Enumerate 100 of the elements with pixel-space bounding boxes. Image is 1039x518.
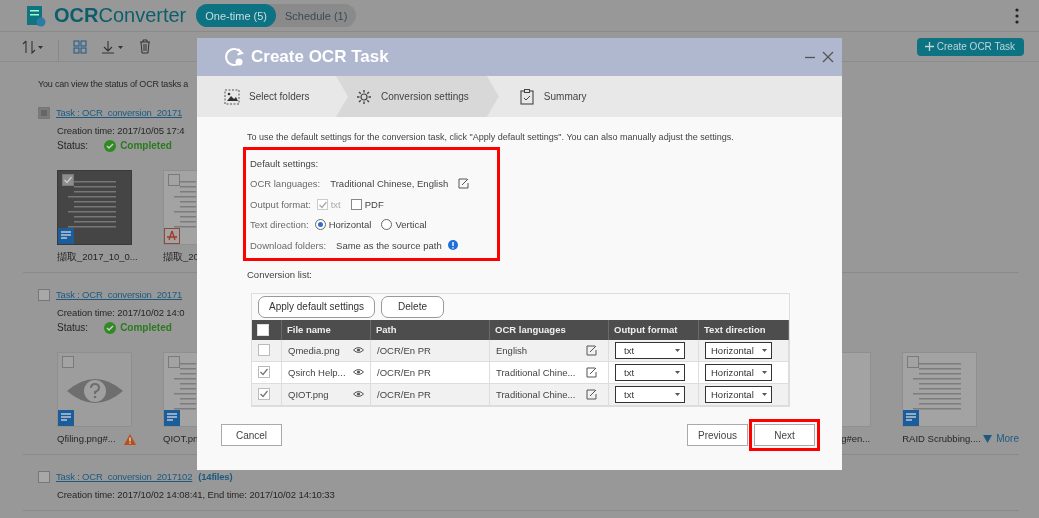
- field-label: Output format:: [250, 198, 311, 210]
- table-cell-text: Traditional Chine...: [496, 388, 577, 400]
- field-label: Text direction:: [250, 219, 309, 231]
- dialog-button[interactable]: Cancel: [221, 424, 282, 446]
- column-header: Output format: [609, 319, 699, 340]
- tab[interactable]: One-time (5): [196, 4, 276, 27]
- preview-icon[interactable]: [353, 390, 364, 398]
- option-label: PDF: [364, 198, 384, 210]
- edit-icon[interactable]: [586, 366, 597, 378]
- info-text: You can view the status of OCR tasks a: [37, 78, 189, 91]
- dialog-title: Create OCR Task: [251, 47, 390, 67]
- thumbnail-checkbox[interactable]: [907, 356, 920, 368]
- gear-icon: [356, 88, 372, 105]
- file-count: (14files): [198, 470, 233, 484]
- intro-text: To use the default settings for the conversion task, click "Apply default settings". You can also manually adjust the settings.: [246, 131, 735, 143]
- column-header: Path: [371, 319, 490, 340]
- wizard-step[interactable]: Conversion settings: [336, 76, 499, 117]
- row-checkbox[interactable]: [258, 388, 270, 400]
- edit-icon[interactable]: [586, 388, 597, 400]
- preview-icon[interactable]: [353, 346, 364, 354]
- caret-down-icon: [675, 392, 680, 396]
- plus-icon: [924, 42, 934, 51]
- file-name: g#en...: [841, 432, 871, 446]
- section-heading: Default settings:: [250, 157, 319, 169]
- caret-down-icon: [675, 348, 680, 352]
- thumbnail-checkbox[interactable]: [62, 356, 74, 368]
- more-options-icon[interactable]: [1015, 7, 1019, 24]
- select-all-icon[interactable]: [73, 39, 87, 54]
- thumbnail-checkbox[interactable]: [62, 174, 74, 186]
- app-logo-icon: [26, 4, 46, 27]
- direction-dropdown[interactable]: Horizontal: [705, 363, 772, 381]
- create-task-button[interactable]: Create OCR Task: [916, 37, 1024, 56]
- radio-button[interactable]: [314, 219, 326, 231]
- radio-button[interactable]: [381, 219, 393, 231]
- creation-time: Creation time: 2017/10/02 14:0: [57, 306, 185, 320]
- task-checkbox[interactable]: [38, 289, 50, 301]
- file-name: 擷取_2017_10_0...: [57, 250, 138, 264]
- table-cell-text: /OCR/En PR: [377, 366, 432, 378]
- status-label: Status:: [57, 321, 89, 335]
- creation-time: Creation time: 2017/10/02 14:08:41, End time: 2017/10/02 14:10:33: [57, 488, 335, 502]
- check-circle-icon: [104, 321, 117, 334]
- format-dropdown[interactable]: txt: [615, 341, 685, 359]
- table-cell-text: Qmedia.png: [288, 344, 341, 356]
- download-icon[interactable]: [101, 39, 125, 54]
- sort-icon[interactable]: [22, 39, 44, 54]
- text-lines-drawing: [913, 363, 962, 410]
- table-cell-text: English: [496, 344, 529, 356]
- folders-value: Same as the source path: [336, 239, 442, 251]
- refresh-icon: [225, 47, 245, 67]
- wizard-step[interactable]: Summary: [498, 76, 605, 117]
- edit-icon[interactable]: [458, 178, 470, 190]
- delete-button[interactable]: Delete: [381, 295, 444, 318]
- dialog-button[interactable]: Next: [754, 424, 815, 446]
- section-heading: Conversion list:: [246, 267, 313, 282]
- status-text: Completed: [120, 321, 172, 335]
- table-cell-text: QIOT.png: [288, 388, 330, 400]
- caret-down-icon: [983, 435, 993, 443]
- thumbnail-checkbox[interactable]: [168, 174, 180, 186]
- direction-dropdown[interactable]: Horizontal: [705, 341, 772, 359]
- caret-down-icon: [762, 370, 767, 374]
- text-lines-drawing: [174, 363, 196, 410]
- creation-time: Creation time: 2017/10/05 17:4: [57, 124, 185, 138]
- preview-icon[interactable]: [353, 368, 364, 376]
- thumbnail-checkbox[interactable]: [168, 356, 180, 368]
- row-checkbox[interactable]: [258, 344, 270, 356]
- caret-down-icon: [762, 392, 767, 396]
- table-cell-text: Qsirch Help...: [288, 366, 347, 378]
- column-header: Text direction: [699, 319, 789, 340]
- task-checkbox[interactable]: [38, 107, 50, 119]
- warning-icon: [123, 433, 136, 445]
- clipboard-icon: [518, 88, 535, 105]
- wizard-step[interactable]: Select folders: [197, 76, 336, 117]
- task-checkbox[interactable]: [38, 471, 50, 483]
- image-icon: [224, 88, 240, 105]
- info-icon: [447, 240, 458, 251]
- apply-defaults-button[interactable]: Apply default settings: [258, 295, 376, 318]
- text-lines-drawing: [68, 181, 116, 228]
- caret-down-icon: [675, 370, 680, 374]
- check-circle-icon: [104, 139, 117, 152]
- select-all-checkbox[interactable]: [257, 323, 269, 336]
- trash-icon[interactable]: [139, 39, 151, 54]
- format-dropdown[interactable]: txt: [615, 385, 685, 403]
- row-checkbox[interactable]: [258, 366, 270, 378]
- option-label: Horizontal: [328, 219, 372, 231]
- field-label: OCR languages:: [250, 178, 321, 190]
- close-icon[interactable]: [822, 51, 834, 63]
- table-cell-text: Traditional Chine...: [496, 366, 577, 378]
- app-title: OCRConverter: [54, 4, 187, 27]
- status-text: Completed: [120, 139, 172, 153]
- option-label: Vertical: [395, 219, 427, 231]
- edit-icon[interactable]: [586, 344, 597, 356]
- caret-down-icon: [762, 348, 767, 352]
- dialog-button[interactable]: Previous: [687, 424, 748, 446]
- direction-dropdown[interactable]: Horizontal: [705, 385, 772, 403]
- checkbox[interactable]: [350, 198, 362, 210]
- field-label: Download folders:: [250, 239, 327, 251]
- status-label: Status:: [57, 139, 89, 153]
- format-dropdown[interactable]: txt: [615, 363, 685, 381]
- option-label: txt: [330, 198, 341, 210]
- languages-value: Traditional Chinese, English: [330, 178, 449, 190]
